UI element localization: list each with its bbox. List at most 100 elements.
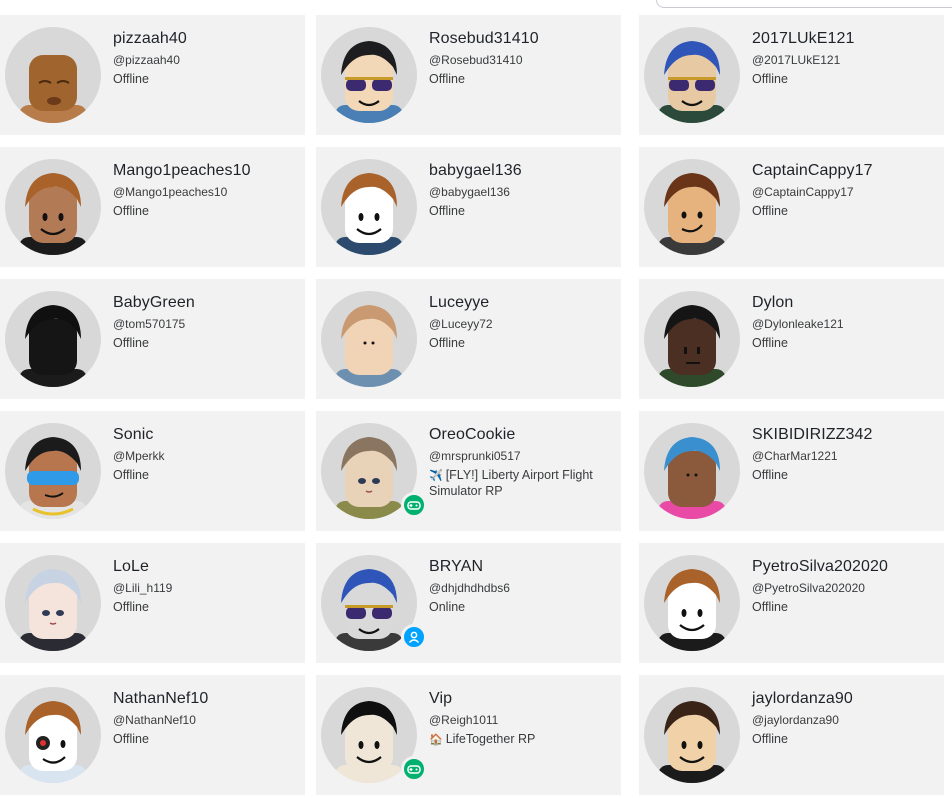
friend-display-name[interactable]: Vip <box>429 690 452 708</box>
friend-status: Offline <box>113 468 298 483</box>
friend-status-text: Offline <box>752 72 788 86</box>
friend-display-name[interactable]: Rosebud31410 <box>429 30 539 48</box>
friend-status-text: Offline <box>113 336 149 350</box>
avatar[interactable] <box>321 159 417 255</box>
avatar[interactable] <box>5 555 101 651</box>
friend-status: Offline <box>113 204 298 219</box>
friend-display-name[interactable]: BRYAN <box>429 558 483 576</box>
friend-status: Offline <box>113 600 298 615</box>
friend-status-text: Offline <box>752 732 788 746</box>
search-box-edge[interactable] <box>656 0 952 8</box>
friend-username: @2017LUkE121 <box>752 53 841 67</box>
friend-card[interactable]: SKIBIDIRIZZ342 @CharMar1221 Offline <box>639 411 944 531</box>
friend-status-text: Offline <box>113 72 149 86</box>
avatar[interactable] <box>644 159 740 255</box>
friend-status-text: Offline <box>113 204 149 218</box>
friend-username: @Mango1peaches10 <box>113 185 228 199</box>
avatar[interactable] <box>321 291 417 387</box>
friend-display-name[interactable]: Mango1peaches10 <box>113 162 251 180</box>
avatar[interactable] <box>644 291 740 387</box>
game-thumbnail-icon: ✈️ <box>429 470 443 482</box>
friend-status: Offline <box>752 204 937 219</box>
friend-username: @Dylonleake121 <box>752 317 844 331</box>
avatar[interactable] <box>5 423 101 519</box>
avatar[interactable] <box>5 27 101 123</box>
friend-username: @CharMar1221 <box>752 449 838 463</box>
friend-display-name[interactable]: Luceyye <box>429 294 489 312</box>
friend-display-name[interactable]: Sonic <box>113 426 154 444</box>
friend-display-name[interactable]: CaptainCappy17 <box>752 162 873 180</box>
friend-card[interactable]: Vip @Reigh1011 🏠 LifeTogether RP <box>316 675 621 795</box>
avatar[interactable] <box>644 423 740 519</box>
friend-card[interactable]: Luceyye @Luceyy72 Offline <box>316 279 621 399</box>
friend-card[interactable]: OreoCookie @mrsprunki0517 ✈️ [FLY!] Liberty… <box>316 411 621 531</box>
friend-status: Offline <box>429 204 614 219</box>
avatar[interactable] <box>644 27 740 123</box>
avatar[interactable] <box>321 27 417 123</box>
friend-card[interactable]: babygael136 @babygael136 Offline <box>316 147 621 267</box>
friend-display-name[interactable]: BabyGreen <box>113 294 195 312</box>
avatar[interactable] <box>5 291 101 387</box>
friend-card[interactable]: Dylon @Dylonleake121 Offline <box>639 279 944 399</box>
friend-username: @jaylordanza90 <box>752 713 839 727</box>
friend-display-name[interactable]: OreoCookie <box>429 426 515 444</box>
friend-status: Offline <box>752 468 937 483</box>
friend-display-name[interactable]: NathanNef10 <box>113 690 208 708</box>
gamepad-icon <box>401 756 427 782</box>
friend-username: @tom570175 <box>113 317 186 331</box>
friend-card[interactable]: CaptainCappy17 @CaptainCappy17 Offline <box>639 147 944 267</box>
friend-username: @PyetroSilva202020 <box>752 581 865 595</box>
friend-username: @Reigh1011 <box>429 713 499 727</box>
friend-status: Offline <box>752 600 937 615</box>
avatar[interactable] <box>5 159 101 255</box>
friend-username: @babygael136 <box>429 185 510 199</box>
friend-status-text: Offline <box>429 72 465 86</box>
avatar[interactable] <box>644 687 740 783</box>
friend-status-text: Offline <box>113 468 149 482</box>
friend-status-text: Offline <box>752 600 788 614</box>
friend-display-name[interactable]: babygael136 <box>429 162 522 180</box>
friend-card[interactable]: Rosebud31410 @Rosebud31410 Offline <box>316 15 621 135</box>
friend-status-text: Offline <box>429 336 465 350</box>
avatar[interactable] <box>644 555 740 651</box>
friend-status: Offline <box>752 732 937 747</box>
friend-status[interactable]: 🏠 LifeTogether RP <box>429 732 614 748</box>
friend-card[interactable]: Mango1peaches10 @Mango1peaches10 Offline <box>0 147 305 267</box>
friend-card[interactable]: NathanNef10 @NathanNef10 Offline <box>0 675 305 795</box>
friend-status-text: LifeTogether RP <box>445 732 536 746</box>
friend-card[interactable]: Sonic @Mperkk Offline <box>0 411 305 531</box>
friend-display-name[interactable]: pizzaah40 <box>113 30 187 48</box>
friend-username: @pizzaah40 <box>113 53 180 67</box>
friend-card[interactable]: BabyGreen @tom570175 Offline <box>0 279 305 399</box>
friend-display-name[interactable]: LoLe <box>113 558 149 576</box>
friend-display-name[interactable]: SKIBIDIRIZZ342 <box>752 426 873 444</box>
friend-username: @Rosebud31410 <box>429 53 523 67</box>
friend-card[interactable]: pizzaah40 @pizzaah40 Offline <box>0 15 305 135</box>
friend-status-text: [FLY!] Liberty Airport Flight Simulator … <box>429 468 593 498</box>
avatar[interactable] <box>5 687 101 783</box>
friend-username: @dhjdhdhdbs6 <box>429 581 510 595</box>
friend-status-text: Offline <box>752 468 788 482</box>
friend-card[interactable]: jaylordanza90 @jaylordanza90 Offline <box>639 675 944 795</box>
friend-status: Offline <box>429 336 614 351</box>
gamepad-icon <box>401 492 427 518</box>
friend-display-name[interactable]: PyetroSilva202020 <box>752 558 888 576</box>
friend-status: Offline <box>113 336 298 351</box>
friend-status: Offline <box>752 336 937 351</box>
friend-display-name[interactable]: jaylordanza90 <box>752 690 853 708</box>
friend-display-name[interactable]: Dylon <box>752 294 793 312</box>
friend-card[interactable]: LoLe @Lili_h119 Offline <box>0 543 305 663</box>
friend-card[interactable]: PyetroSilva202020 @PyetroSilva202020 Offli… <box>639 543 944 663</box>
friend-status: Offline <box>113 72 298 87</box>
friend-card[interactable]: BRYAN @dhjdhdhdbs6 Online <box>316 543 621 663</box>
friend-status: Online <box>429 600 614 615</box>
friend-username: @Luceyy72 <box>429 317 493 331</box>
person-icon <box>401 624 427 650</box>
friend-username: @Lili_h119 <box>113 581 173 595</box>
friend-status[interactable]: ✈️ [FLY!] Liberty Airport Flight Simulato… <box>429 468 614 499</box>
game-thumbnail-icon: 🏠 <box>429 734 443 746</box>
friend-status: Offline <box>752 72 937 87</box>
friend-card[interactable]: 2017LUkE121 @2017LUkE121 Offline <box>639 15 944 135</box>
friend-display-name[interactable]: 2017LUkE121 <box>752 30 855 48</box>
friend-status-text: Offline <box>752 336 788 350</box>
